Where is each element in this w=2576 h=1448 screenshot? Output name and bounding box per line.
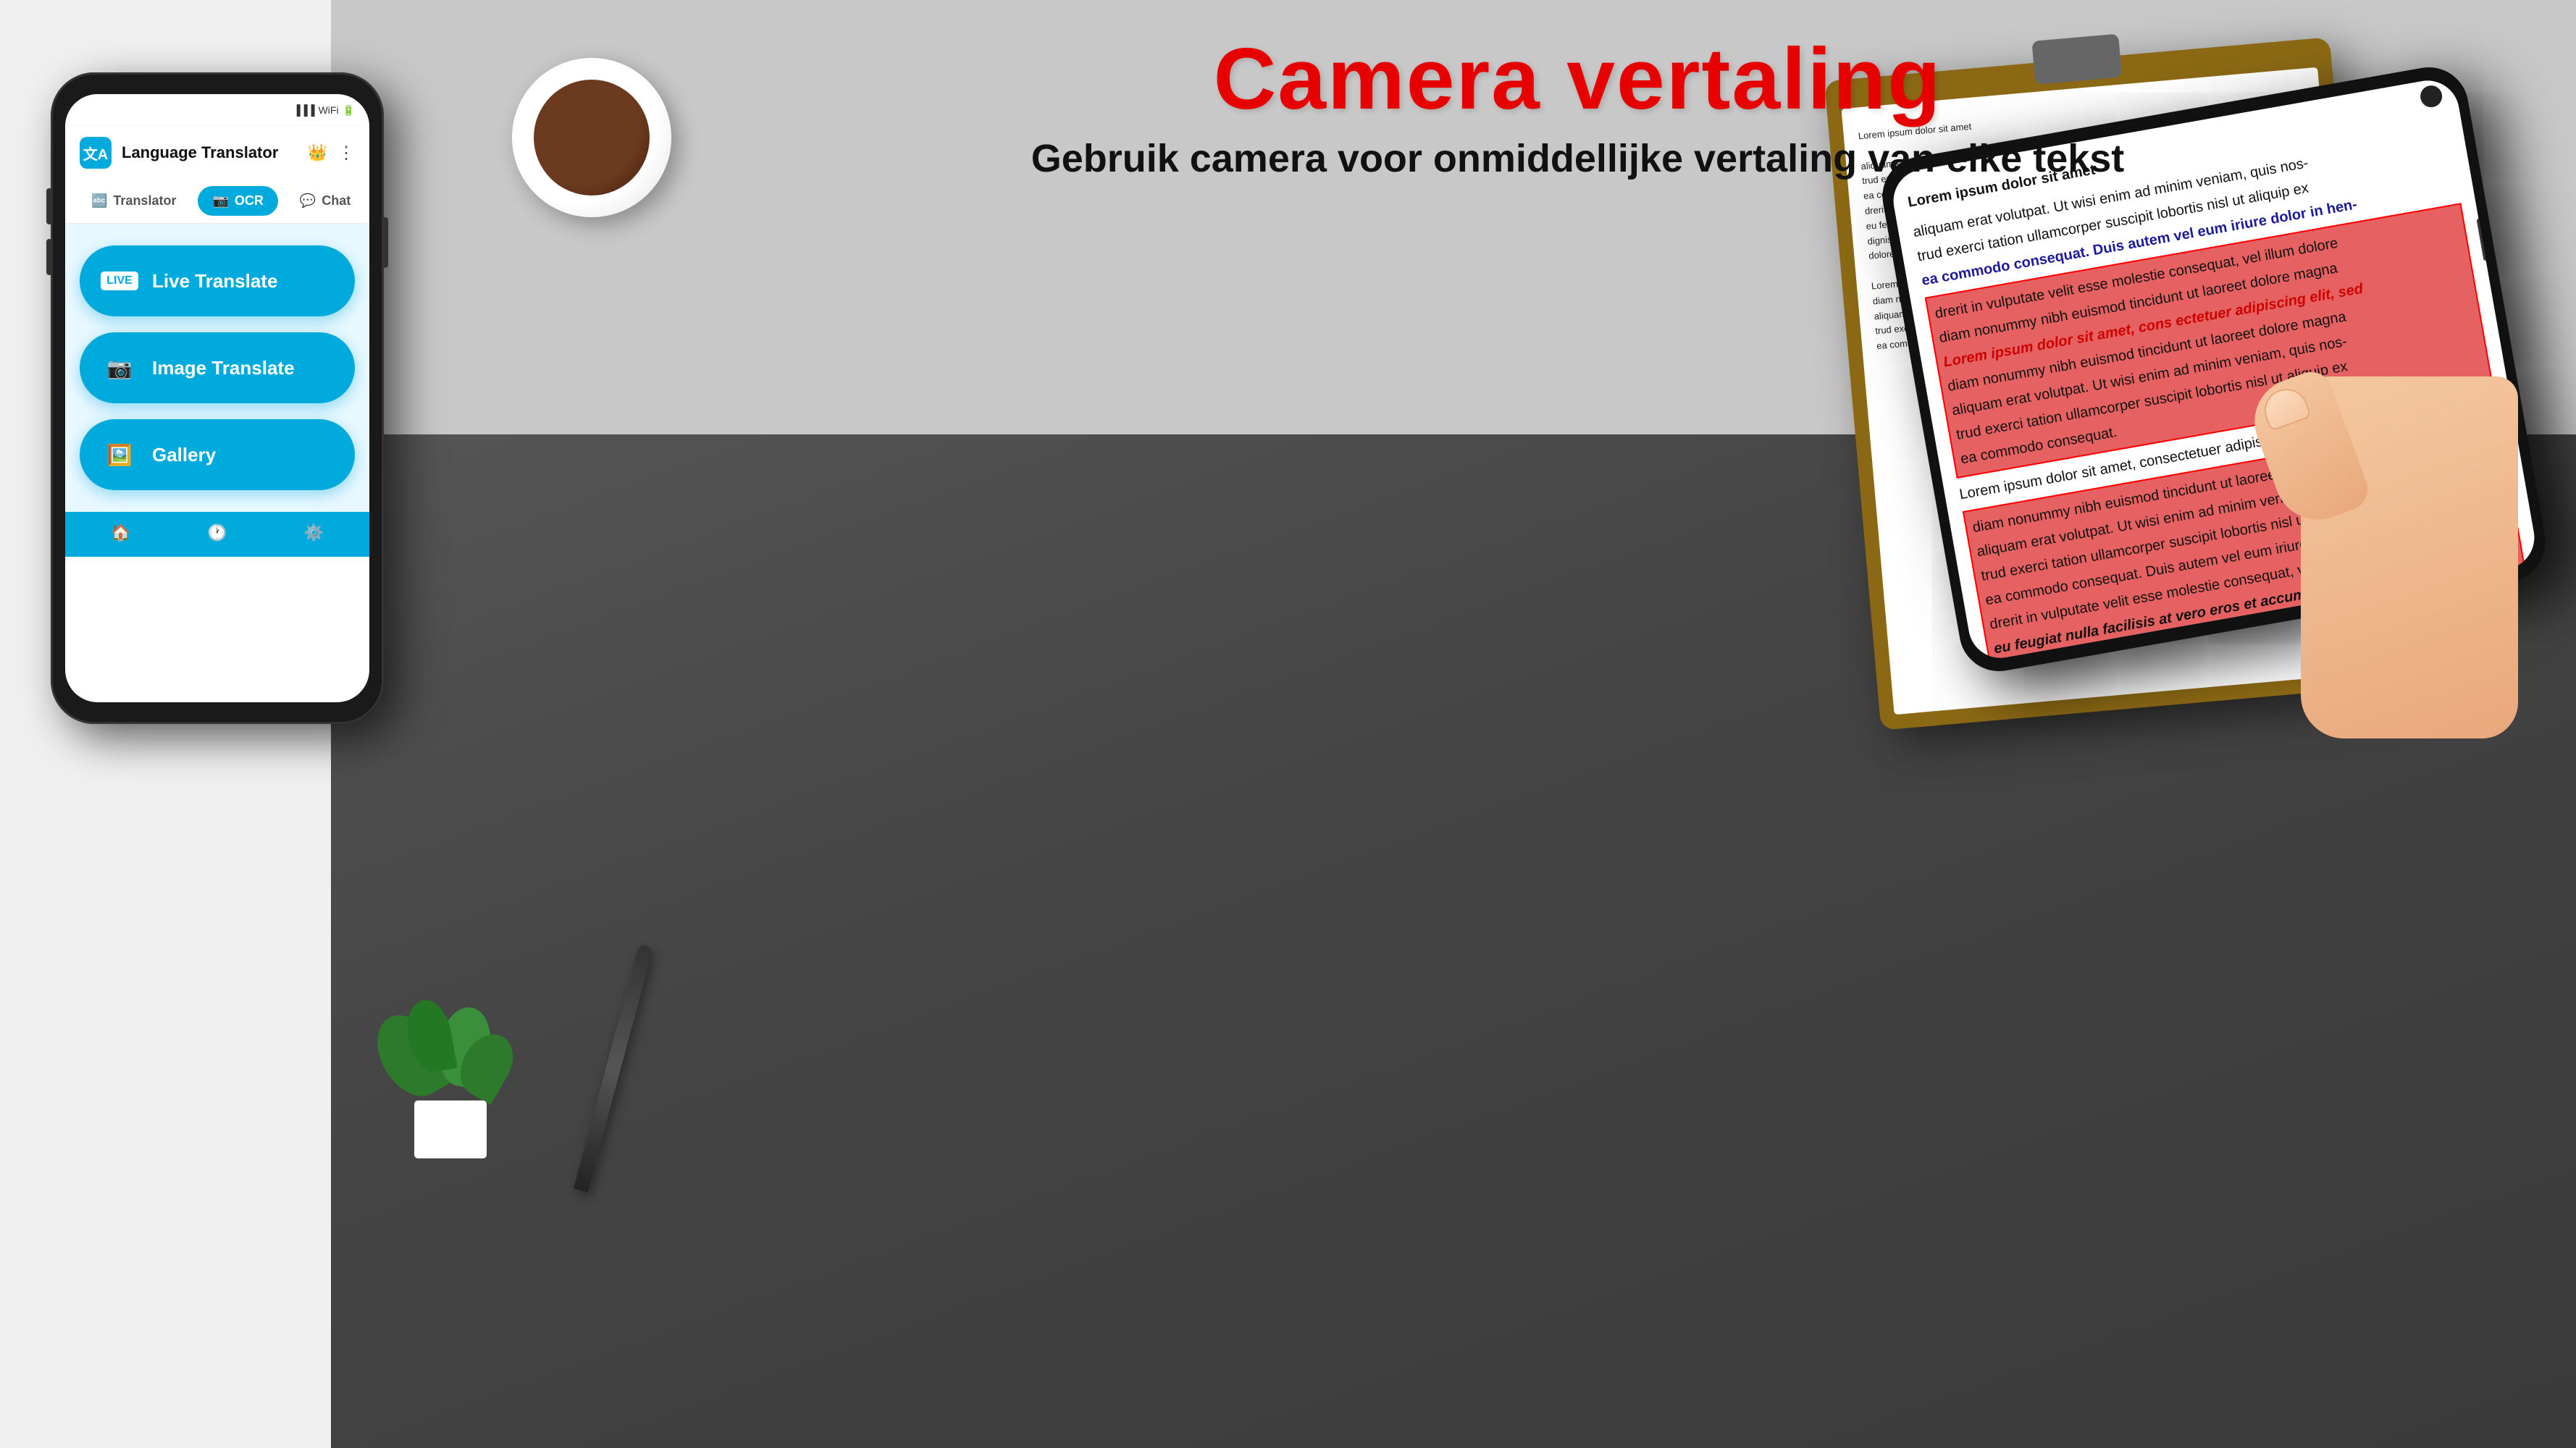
tab-chat-label: Chat [322, 193, 351, 209]
image-translate-icon: 📷 [101, 350, 138, 386]
status-icons: ▐▐▐ WiFi 🔋 [293, 104, 355, 117]
gallery-button[interactable]: 🖼️ Gallery [80, 419, 355, 490]
settings-icon: ⚙️ [304, 523, 324, 542]
logo-icon: 文A [83, 143, 108, 164]
coffee-cup [512, 58, 671, 217]
tab-translator-label: Translator [113, 193, 176, 209]
signal-icon: ▐▐▐ [293, 104, 315, 117]
wifi-icon: WiFi [319, 104, 339, 117]
plant-pot-body [414, 1100, 487, 1158]
heading-area: Camera vertaling Gebruik camera voor onm… [652, 29, 2504, 181]
status-bar: ▐▐▐ WiFi 🔋 [65, 94, 369, 127]
app-bottom-tab: 🏠 🕐 ⚙️ [65, 512, 369, 557]
menu-icon[interactable]: ⋮ [337, 143, 355, 164]
phone-screen: ▐▐▐ WiFi 🔋 文A Language Translator 👑 ⋮ 🔤 … [65, 94, 369, 702]
app-header: 文A Language Translator 👑 ⋮ [65, 127, 369, 179]
app-logo: 文A [80, 137, 112, 169]
history-icon: 🕐 [207, 523, 227, 542]
crown-icon: 👑 [308, 143, 327, 162]
tab-translator[interactable]: 🔤 Translator [77, 186, 190, 216]
thumbnail [2259, 383, 2312, 432]
main-title: Camera vertaling [652, 29, 2504, 129]
tab-chat[interactable]: 💬 Chat [285, 186, 365, 216]
plant [396, 1014, 505, 1158]
gallery-icon: 🖼️ [101, 437, 138, 473]
live-translate-icon: LIVE [101, 263, 138, 299]
app-content: LIVE Live Translate 📷 Image Translate 🖼️ [65, 224, 369, 512]
background-scene: Lorem ipsum dolor sit amet aliquam erat … [331, 0, 2576, 1448]
camera-icon: 📷 [212, 193, 228, 209]
power-button [382, 217, 388, 268]
gallery-img-icon: 🖼️ [107, 443, 133, 467]
sub-title: Gebruik camera voor onmiddellijke vertal… [652, 136, 2504, 181]
translator-icon: 🔤 [91, 193, 107, 209]
coffee-inner [534, 80, 650, 195]
home-icon: 🏠 [111, 523, 130, 542]
hand [2265, 304, 2576, 738]
tab-bar: 🔤 Translator 📷 OCR 💬 Chat [65, 179, 369, 224]
camera-snap-icon: 📷 [107, 356, 133, 380]
phone-mockup: ▐▐▐ WiFi 🔋 文A Language Translator 👑 ⋮ 🔤 … [51, 72, 384, 724]
image-translate-label: Image Translate [152, 357, 295, 379]
tab-ocr[interactable]: 📷 OCR [198, 186, 277, 216]
tab-ocr-label: OCR [235, 193, 264, 209]
chat-icon: 💬 [300, 193, 316, 209]
gallery-label: Gallery [152, 444, 216, 466]
bottom-tab-home[interactable]: 🏠 [111, 523, 130, 545]
live-translate-label: Live Translate [152, 270, 277, 292]
live-badge: LIVE [101, 272, 138, 290]
plant-leaves [396, 999, 505, 1108]
bottom-tab-history[interactable]: 🕐 [207, 523, 227, 545]
live-translate-button[interactable]: LIVE Live Translate [80, 245, 355, 316]
bottom-tab-settings[interactable]: ⚙️ [304, 523, 324, 545]
volume-up-button [46, 188, 52, 224]
app-title: Language Translator [122, 143, 298, 162]
battery-icon: 🔋 [343, 104, 355, 117]
image-translate-button[interactable]: 📷 Image Translate [80, 332, 355, 403]
phone-outer: ▐▐▐ WiFi 🔋 文A Language Translator 👑 ⋮ 🔤 … [51, 72, 384, 724]
volume-down-button [46, 239, 52, 275]
scanning-phone-container: Lorem ipsum dolor sit amet aliquam erat … [1859, 109, 2547, 738]
